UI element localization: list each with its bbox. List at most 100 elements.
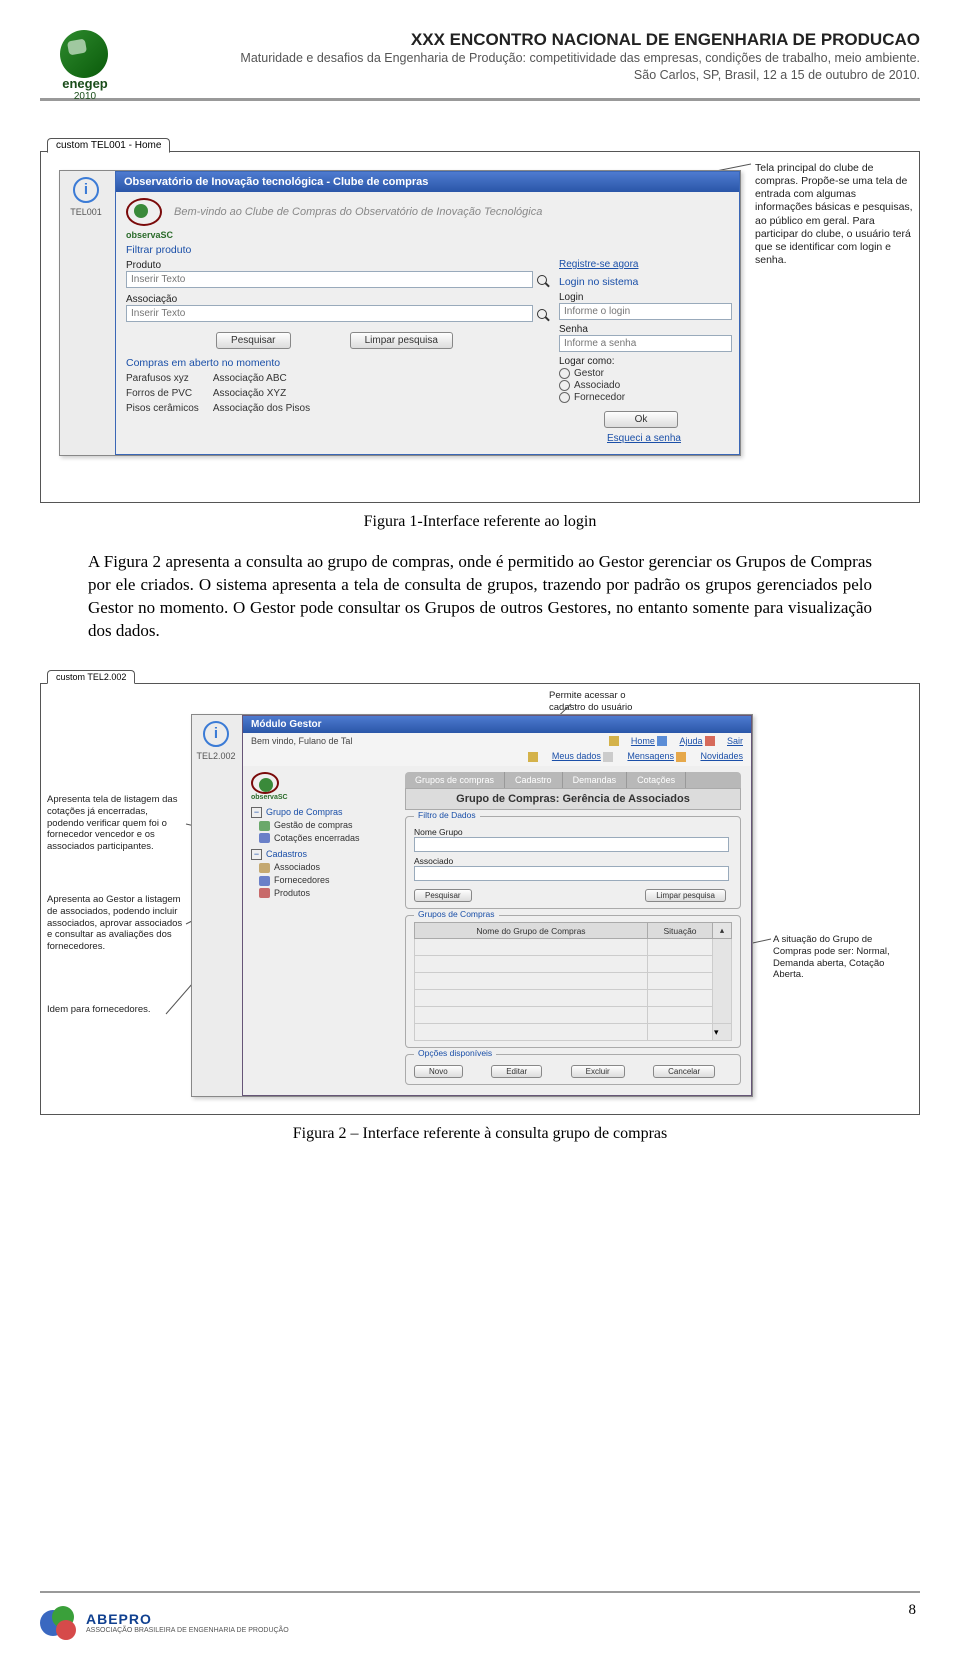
- novidades-link[interactable]: Novidades: [700, 751, 743, 761]
- abepro-mark-icon: [40, 1606, 80, 1638]
- gestor-window: i TEL2.002 Módulo Gestor Bem vindo, Fula…: [191, 714, 753, 1097]
- annotation-left-2: Apresenta ao Gestor a listagem de associ…: [47, 894, 183, 953]
- senha-input[interactable]: [559, 335, 732, 352]
- associado-input[interactable]: [414, 866, 729, 881]
- login-window-main: Observatório de Inovação tecnológica - C…: [115, 171, 740, 455]
- gestor-left-panel: observaSC −Grupo de Compras Gestão de co…: [243, 766, 395, 1095]
- scroll-down-icon[interactable]: ▾: [713, 1024, 732, 1041]
- tab-cotacoes[interactable]: Cotações: [627, 772, 686, 788]
- tab-bar: Grupos de compras Cadastro Demandas Cota…: [405, 772, 741, 788]
- clear-search-button[interactable]: Limpar pesquisa: [350, 332, 453, 349]
- senha-label: Senha: [559, 324, 729, 335]
- grupos-table: Nome do Grupo de Compras Situação ▴ ▾: [414, 922, 732, 1041]
- header-location: São Carlos, SP, Brasil, 12 a 15 de outub…: [140, 67, 920, 84]
- forgot-password-link[interactable]: Esqueci a senha: [607, 433, 681, 444]
- filter-fieldset: Filtro de Dados Nome Grupo Associado Pes…: [405, 816, 741, 909]
- tab-demandas[interactable]: Demandas: [563, 772, 628, 788]
- table-row: [415, 973, 732, 990]
- meus-dados-link[interactable]: Meus dados: [552, 751, 601, 761]
- figure-2-caption: Figura 2 – Interface referente à consult…: [40, 1125, 920, 1143]
- assoc-label: Associação: [126, 294, 549, 305]
- filter-section-title: Filtrar produto: [126, 244, 549, 256]
- search-button[interactable]: Pesquisar: [216, 332, 290, 349]
- scroll-up-icon[interactable]: ▴: [713, 923, 732, 939]
- gestor-right-panel: Grupos de compras Cadastro Demandas Cota…: [395, 766, 751, 1095]
- open-purchases-table: Parafusos xyzAssociação ABC Forros de PV…: [126, 371, 324, 416]
- grupos-legend: Grupos de Compras: [414, 909, 499, 919]
- gestor-welcome: Bem vindo, Fulano de Tal: [251, 736, 352, 746]
- search-icon[interactable]: [537, 309, 549, 321]
- figure-1-caption: Figura 1-Interface referente ao login: [40, 513, 920, 531]
- header-text: XXX ENCONTRO NACIONAL DE ENGENHARIA DE P…: [140, 30, 920, 84]
- role-radio-associado[interactable]: Associado: [559, 380, 729, 391]
- figure-1: custom TEL001 - Home Tela principal do c…: [40, 151, 920, 531]
- home-link[interactable]: Home: [631, 736, 655, 746]
- col-nome: Nome do Grupo de Compras: [415, 923, 648, 939]
- editar-button[interactable]: Editar: [491, 1065, 542, 1078]
- figure-2-frame: custom TEL2.002 Permite acessar o cadast…: [40, 683, 920, 1115]
- filter-legend: Filtro de Dados: [414, 810, 480, 820]
- observa-logo: [251, 772, 281, 794]
- ok-button[interactable]: Ok: [604, 411, 679, 428]
- observa-label: observaSC: [126, 230, 729, 240]
- logar-como-label: Logar como:: [559, 356, 729, 367]
- assoc-input[interactable]: [126, 305, 533, 322]
- product-input[interactable]: [126, 271, 533, 288]
- login-section-title: Login no sistema: [559, 276, 729, 288]
- gestor-titlebar: Módulo Gestor: [243, 716, 751, 733]
- gestor-window-sidebar: i TEL2.002: [192, 715, 240, 767]
- collapse-icon[interactable]: −: [251, 807, 262, 818]
- cancelar-button[interactable]: Cancelar: [653, 1065, 715, 1078]
- abepro-logo-sub: ASSOCIAÇÃO BRASILEIRA DE ENGENHARIA DE P…: [86, 1627, 289, 1634]
- login-input[interactable]: [559, 303, 732, 320]
- page-header: enegep 2010 XXX ENCONTRO NACIONAL DE ENG…: [40, 30, 920, 101]
- help-link[interactable]: Ajuda: [679, 736, 702, 746]
- excluir-button[interactable]: Excluir: [571, 1065, 625, 1078]
- role-radio-fornecedor[interactable]: Fornecedor: [559, 392, 729, 403]
- gestor-sidebar-label: TEL2.002: [192, 751, 240, 761]
- search-icon[interactable]: [537, 275, 549, 287]
- enegep-logo: enegep 2010: [40, 30, 130, 90]
- tree-item[interactable]: Produtos: [259, 888, 391, 899]
- options-fieldset: Opções disponíveis Novo Editar Excluir C…: [405, 1054, 741, 1085]
- body-paragraph: A Figura 2 apresenta a consulta ao grupo…: [88, 551, 872, 643]
- table-row: [415, 1007, 732, 1024]
- table-row: Parafusos xyzAssociação ABC: [126, 371, 324, 386]
- novo-button[interactable]: Novo: [414, 1065, 463, 1078]
- footer-rule: [40, 1591, 920, 1593]
- mensagens-link[interactable]: Mensagens: [627, 751, 674, 761]
- globe-icon: [60, 30, 108, 78]
- nome-grupo-input[interactable]: [414, 837, 729, 852]
- header-subtitle: Maturidade e desafios da Engenharia de P…: [140, 50, 920, 67]
- tree-item[interactable]: Cotações encerradas: [259, 833, 391, 844]
- abepro-logo: ABEPRO ASSOCIAÇÃO BRASILEIRA DE ENGENHAR…: [40, 1606, 289, 1638]
- tab-grupos[interactable]: Grupos de compras: [405, 772, 505, 788]
- gestor-window-main: Módulo Gestor Bem vindo, Fulano de Tal H…: [242, 715, 752, 1096]
- login-label: Login: [559, 292, 729, 303]
- login-window-sidebar: i TEL001: [60, 171, 112, 223]
- info-icon: i: [73, 177, 99, 203]
- tree-item[interactable]: Gestão de compras: [259, 820, 391, 831]
- register-link[interactable]: Registre-se agora: [559, 259, 638, 270]
- collapse-icon[interactable]: −: [251, 849, 262, 860]
- welcome-text: Bem-vindo ao Clube de Compras do Observa…: [174, 206, 542, 218]
- tree-item[interactable]: Fornecedores: [259, 875, 391, 886]
- role-radio-gestor[interactable]: Gestor: [559, 368, 729, 379]
- table-row: Pisos cerâmicosAssociação dos Pisos: [126, 401, 324, 416]
- observa-label: observaSC: [251, 794, 391, 801]
- login-window: i TEL001 Observatório de Inovação tecnol…: [59, 170, 741, 456]
- figure-2-tab: custom TEL2.002: [47, 670, 135, 684]
- table-row: Forros de PVCAssociação XYZ: [126, 386, 324, 401]
- search-button[interactable]: Pesquisar: [414, 889, 472, 902]
- associado-label: Associado: [414, 856, 732, 866]
- tree-item[interactable]: Associados: [259, 862, 391, 873]
- tab-cadastro[interactable]: Cadastro: [505, 772, 563, 788]
- exit-link[interactable]: Sair: [727, 736, 743, 746]
- tree-cad-head: Cadastros: [266, 849, 307, 859]
- annotation-left-3: Idem para fornecedores.: [47, 1004, 167, 1016]
- clear-search-button[interactable]: Limpar pesquisa: [645, 889, 726, 902]
- product-label: Produto: [126, 260, 549, 271]
- info-icon: i: [203, 721, 229, 747]
- abepro-logo-text: ABEPRO: [86, 1611, 289, 1627]
- grupos-fieldset: Grupos de Compras Nome do Grupo de Compr…: [405, 915, 741, 1048]
